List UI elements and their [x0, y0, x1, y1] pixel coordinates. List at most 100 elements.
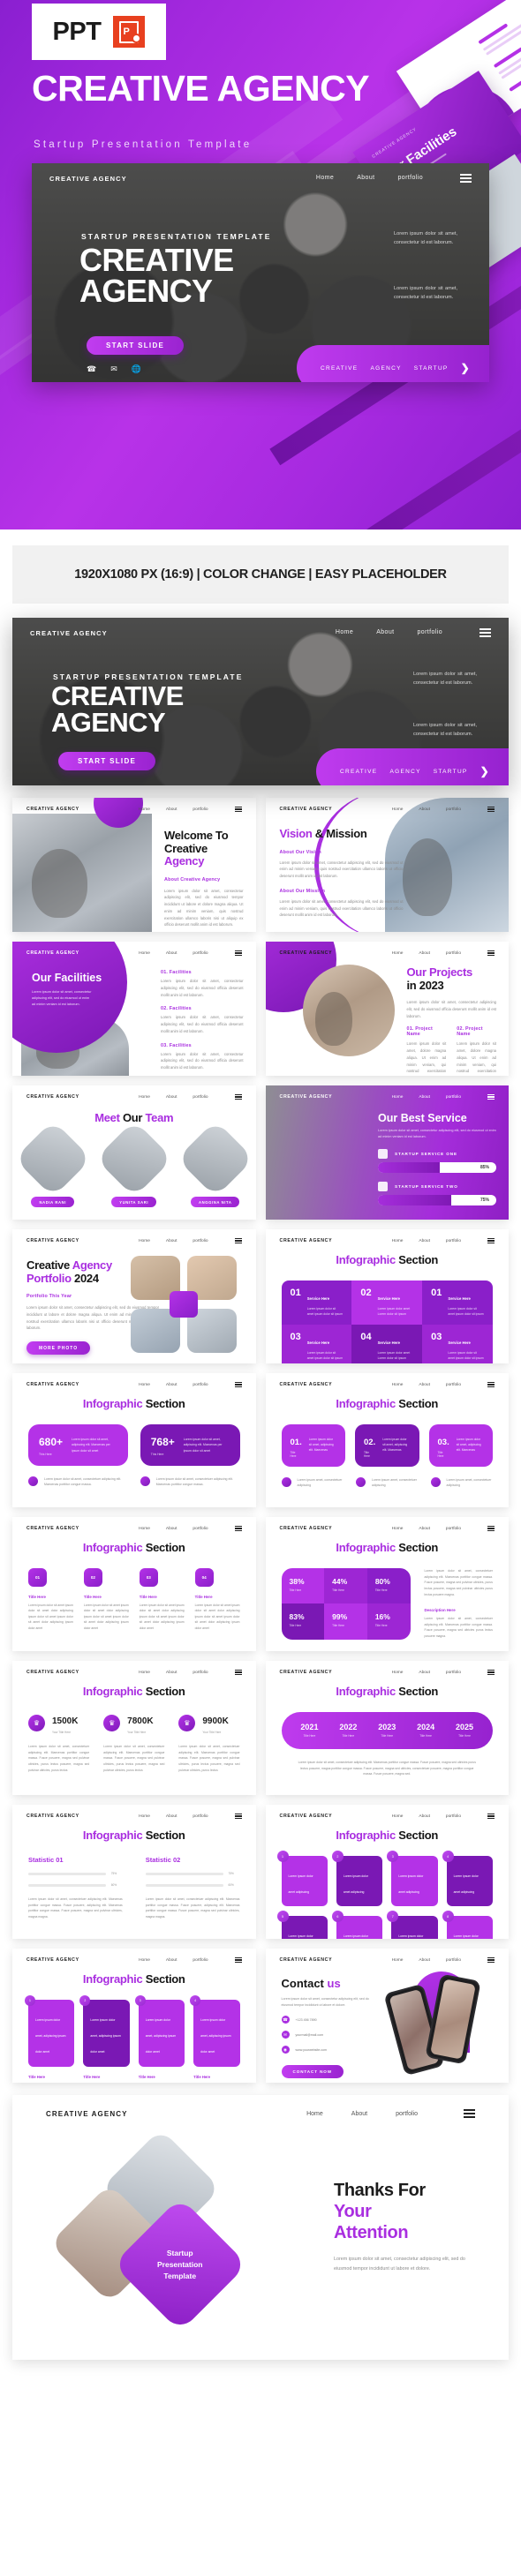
chevron-right-icon[interactable]: ❯ — [461, 362, 471, 374]
start-slide-button[interactable]: START SLIDE — [87, 336, 185, 355]
slide-card-infographic-8[interactable]: CREATIVE AGENCY Home About portfolio Inf… — [12, 1805, 256, 1939]
hamburger-icon[interactable] — [234, 1669, 242, 1676]
nav-link-portfolio[interactable]: portfolio — [193, 1095, 208, 1100]
slide-pill-nav[interactable]: CREATIVE AGENCY STARTUP ❯ — [297, 345, 489, 382]
hamburger-icon[interactable] — [234, 950, 242, 957]
nav-link-portfolio[interactable]: portfolio — [446, 1095, 461, 1100]
pill-item-agency[interactable]: AGENCY — [389, 769, 420, 775]
nav-link-about[interactable]: About — [419, 1383, 430, 1387]
hamburger-icon[interactable] — [234, 1381, 242, 1388]
nav-link-home[interactable]: Home — [139, 951, 150, 956]
nav-link-home[interactable]: Home — [139, 807, 150, 812]
nav-link-about[interactable]: About — [419, 1671, 430, 1675]
nav-link-about[interactable]: About — [419, 1814, 430, 1819]
slide-card-facilities[interactable]: CREATIVE AGENCY Home About portfolio Our… — [12, 942, 256, 1076]
slide-pill-nav[interactable]: CREATIVE AGENCY STARTUP ❯ — [316, 748, 509, 785]
nav-link-portfolio[interactable]: portfolio — [396, 2111, 418, 2117]
nav-link-portfolio[interactable]: portfolio — [446, 1527, 461, 1531]
nav-link-home[interactable]: Home — [139, 1383, 150, 1387]
pill-item-startup[interactable]: STARTUP — [414, 365, 449, 372]
hamburger-icon[interactable] — [234, 1093, 242, 1100]
start-slide-button[interactable]: START SLIDE — [58, 752, 156, 770]
nav-link-portfolio[interactable]: portfolio — [446, 807, 461, 812]
phone-icon[interactable]: ☎ — [87, 364, 96, 374]
nav-link-portfolio[interactable]: portfolio — [193, 1383, 208, 1387]
hamburger-icon[interactable] — [487, 806, 495, 813]
slide-card-contact[interactable]: CREATIVE AGENCY Home About portfolio Con… — [265, 1949, 509, 2083]
nav-link-home[interactable]: Home — [139, 1239, 150, 1243]
more-photo-button[interactable]: MORE PHOTO — [26, 1341, 91, 1356]
team-member-name[interactable]: NADIA RANI — [31, 1197, 74, 1207]
nav-link-home[interactable]: Home — [392, 1671, 404, 1675]
nav-link-portfolio[interactable]: portfolio — [193, 1814, 208, 1819]
slide-card-best-service[interactable]: CREATIVE AGENCY Home About portfolio Our… — [265, 1085, 509, 1220]
nav-link-portfolio[interactable]: portfolio — [446, 951, 461, 956]
slide-card-infographic-1[interactable]: CREATIVE AGENCY Home About portfolio Inf… — [265, 1229, 509, 1363]
nav-link-home[interactable]: Home — [392, 1814, 404, 1819]
nav-link-portfolio[interactable]: portfolio — [417, 629, 442, 635]
nav-link-portfolio[interactable]: portfolio — [193, 1527, 208, 1531]
hamburger-icon[interactable] — [487, 1669, 495, 1676]
nav-link-about[interactable]: About — [351, 2111, 367, 2117]
hamburger-icon[interactable] — [460, 173, 472, 184]
nav-link-about[interactable]: About — [419, 1095, 430, 1100]
slide-card-vision[interactable]: CREATIVE AGENCY Home About portfolio Vis… — [265, 798, 509, 932]
slide-card-projects[interactable]: CREATIVE AGENCY Home About portfolio Our… — [265, 942, 509, 1076]
nav-link-home[interactable]: Home — [139, 1958, 150, 1963]
nav-link-home[interactable]: Home — [316, 175, 334, 181]
nav-link-home[interactable]: Home — [392, 807, 404, 812]
nav-link-about[interactable]: About — [166, 807, 177, 812]
hamburger-icon[interactable] — [487, 1956, 495, 1964]
pill-item-creative[interactable]: CREATIVE — [340, 769, 377, 775]
nav-link-about[interactable]: About — [419, 951, 430, 956]
hamburger-icon[interactable] — [487, 1381, 495, 1388]
nav-link-about[interactable]: About — [166, 1671, 177, 1675]
nav-link-about[interactable]: About — [419, 807, 430, 812]
email-icon[interactable]: ✉ — [110, 364, 117, 374]
nav-link-home[interactable]: Home — [392, 1239, 404, 1243]
nav-link-about[interactable]: About — [166, 1383, 177, 1387]
nav-link-home[interactable]: Home — [139, 1527, 150, 1531]
nav-link-about[interactable]: About — [166, 1095, 177, 1100]
hamburger-icon[interactable] — [487, 1237, 495, 1244]
nav-link-about[interactable]: About — [357, 175, 374, 181]
nav-link-home[interactable]: Home — [392, 1383, 404, 1387]
globe-icon[interactable]: 🌐 — [132, 364, 141, 374]
nav-link-portfolio[interactable]: portfolio — [193, 951, 208, 956]
nav-link-portfolio[interactable]: portfolio — [397, 175, 423, 181]
nav-link-home[interactable]: Home — [139, 1671, 150, 1675]
nav-link-about[interactable]: About — [419, 1239, 430, 1243]
nav-link-about[interactable]: About — [166, 951, 177, 956]
nav-link-portfolio[interactable]: portfolio — [446, 1958, 461, 1963]
slide-card-infographic-9[interactable]: CREATIVE AGENCY Home About portfolio Inf… — [265, 1805, 509, 1939]
nav-link-home[interactable]: Home — [306, 2111, 323, 2117]
slide-card-infographic-3[interactable]: CREATIVE AGENCY Home About portfolio Inf… — [265, 1373, 509, 1507]
slide-card-thanks[interactable]: CREATIVE AGENCY Home About portfolio Sta… — [12, 2095, 509, 2360]
pill-item-startup[interactable]: STARTUP — [434, 769, 468, 775]
hamburger-icon[interactable] — [487, 1525, 495, 1532]
contact-now-button[interactable]: CONTACT NOW — [281, 2065, 344, 2078]
nav-link-portfolio[interactable]: portfolio — [193, 807, 208, 812]
hamburger-icon[interactable] — [234, 806, 242, 813]
nav-link-about[interactable]: About — [166, 1239, 177, 1243]
nav-link-portfolio[interactable]: portfolio — [193, 1958, 208, 1963]
nav-link-home[interactable]: Home — [392, 1095, 404, 1100]
slide-card-infographic-2[interactable]: CREATIVE AGENCY Home About portfolio Inf… — [12, 1373, 256, 1507]
hamburger-icon[interactable] — [487, 950, 495, 957]
nav-link-about[interactable]: About — [376, 629, 394, 635]
slide-card-infographic-4[interactable]: CREATIVE AGENCY Home About portfolio Inf… — [12, 1517, 256, 1651]
nav-link-portfolio[interactable]: portfolio — [446, 1671, 461, 1675]
slide-card-welcome[interactable]: CREATIVE AGENCY Home About portfolio Wel… — [12, 798, 256, 932]
nav-link-about[interactable]: About — [419, 1527, 430, 1531]
slide-card-team[interactable]: CREATIVE AGENCY Home About portfolio Mee… — [12, 1085, 256, 1220]
hamburger-icon[interactable] — [479, 627, 491, 638]
nav-link-home[interactable]: Home — [392, 1958, 404, 1963]
nav-link-home[interactable]: Home — [139, 1095, 150, 1100]
hamburger-icon[interactable] — [464, 2109, 475, 2118]
slide-card-infographic-7[interactable]: CREATIVE AGENCY Home About portfolio Inf… — [265, 1661, 509, 1795]
pill-item-creative[interactable]: CREATIVE — [321, 365, 358, 372]
slide-card-portfolio[interactable]: CREATIVE AGENCY Home About portfolio Cre… — [12, 1229, 256, 1363]
nav-link-about[interactable]: About — [419, 1958, 430, 1963]
hamburger-icon[interactable] — [487, 1093, 495, 1100]
hamburger-icon[interactable] — [234, 1237, 242, 1244]
